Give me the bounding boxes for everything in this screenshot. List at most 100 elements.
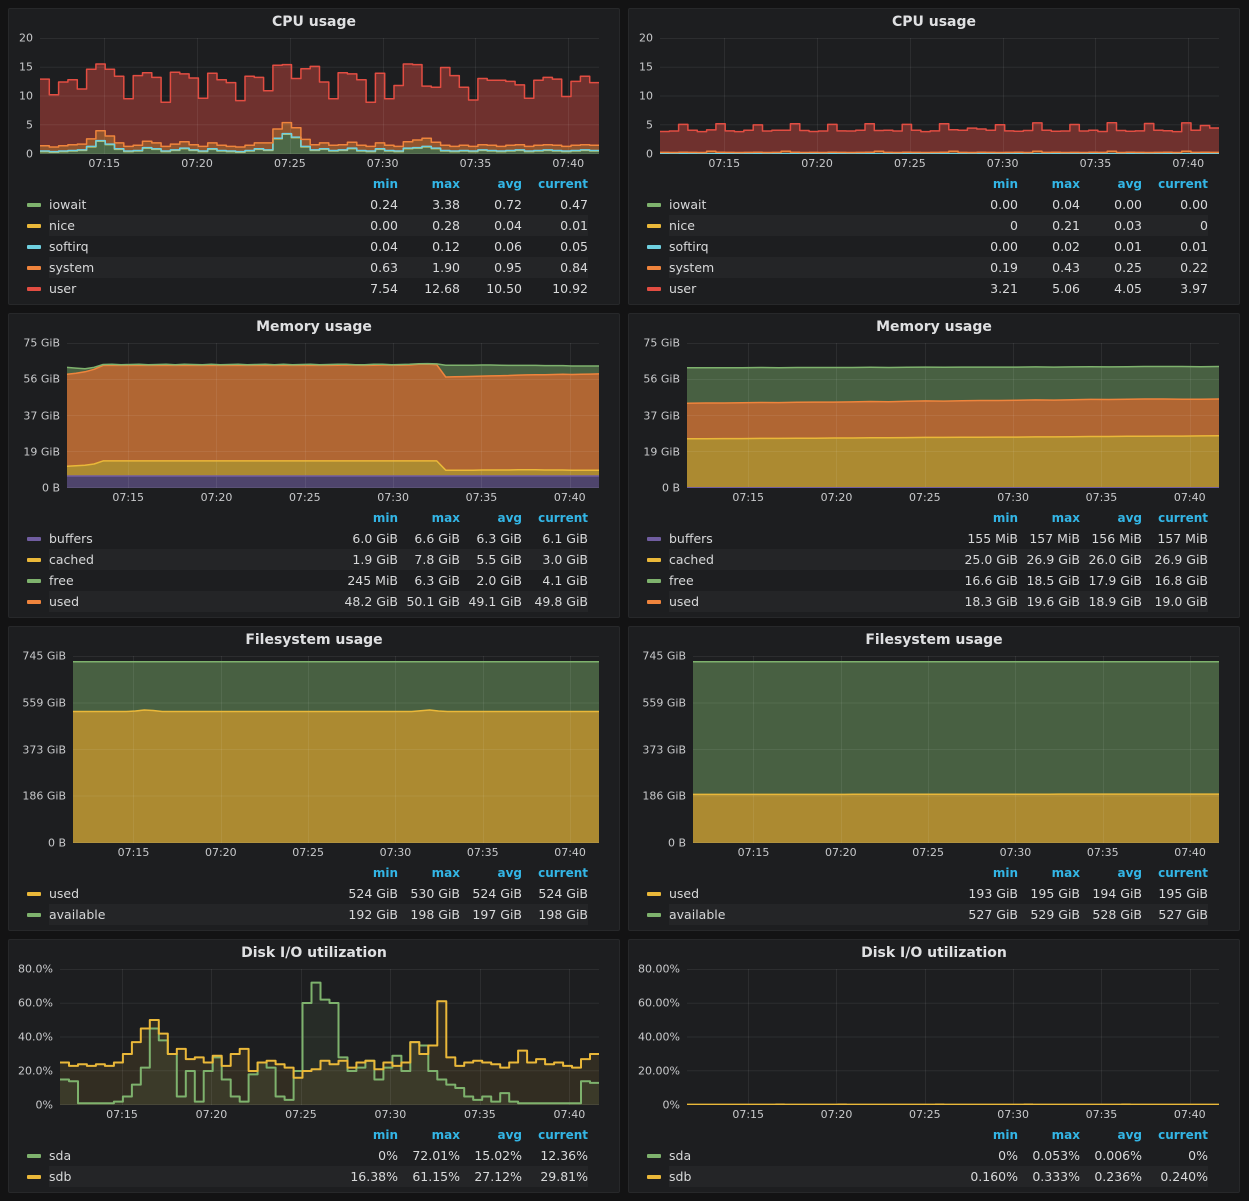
panel-title-filesystem-right[interactable]: Filesystem usage bbox=[629, 627, 1239, 654]
legend-series-system[interactable]: system bbox=[49, 260, 340, 275]
legend-series-label: softirq bbox=[49, 239, 89, 254]
legend-series-sda[interactable]: sda bbox=[669, 1148, 960, 1163]
legend-header-current[interactable]: current bbox=[522, 866, 588, 880]
panel-title-cpu-right[interactable]: CPU usage bbox=[629, 9, 1239, 36]
legend-header-avg[interactable]: avg bbox=[460, 511, 522, 525]
legend-series-free[interactable]: free bbox=[669, 573, 960, 588]
legend-header-avg[interactable]: avg bbox=[460, 866, 522, 880]
legend-header-avg[interactable]: avg bbox=[1080, 866, 1142, 880]
legend-header-current[interactable]: current bbox=[522, 177, 588, 191]
legend-header-avg[interactable]: avg bbox=[1080, 177, 1142, 191]
series-color-swatch bbox=[27, 245, 41, 249]
legend-header-min[interactable]: min bbox=[340, 511, 398, 525]
legend-series-iowait[interactable]: iowait bbox=[669, 197, 960, 212]
legend-value-min: 0% bbox=[960, 1148, 1018, 1163]
legend-value-min: 16.38% bbox=[340, 1169, 398, 1184]
series-color-swatch bbox=[27, 203, 41, 207]
legend-header-max[interactable]: max bbox=[1018, 866, 1080, 880]
panel-title-disk-io-left[interactable]: Disk I/O utilization bbox=[9, 940, 619, 967]
legend-series-softirq[interactable]: softirq bbox=[49, 239, 340, 254]
legend-header-current[interactable]: current bbox=[1142, 866, 1208, 880]
legend-series-sda[interactable]: sda bbox=[49, 1148, 340, 1163]
legend-series-nice[interactable]: nice bbox=[669, 218, 960, 233]
legend-header-max[interactable]: max bbox=[1018, 1128, 1080, 1142]
chart-canvas-disk-io-left[interactable] bbox=[60, 969, 599, 1105]
legend-header-max[interactable]: max bbox=[398, 1128, 460, 1142]
legend-series-label: cached bbox=[669, 552, 714, 567]
legend-series-used[interactable]: used bbox=[49, 886, 340, 901]
legend-series-buffers[interactable]: buffers bbox=[49, 531, 340, 546]
chart-canvas-cpu-right[interactable] bbox=[660, 38, 1219, 154]
panel-title-filesystem-left[interactable]: Filesystem usage bbox=[9, 627, 619, 654]
legend-series-available[interactable]: available bbox=[49, 907, 340, 922]
chart-canvas-filesystem-right[interactable] bbox=[693, 656, 1219, 843]
legend-header-current[interactable]: current bbox=[1142, 1128, 1208, 1142]
legend-header-min[interactable]: min bbox=[960, 1128, 1018, 1142]
chart-canvas-filesystem-left[interactable] bbox=[73, 656, 599, 843]
chart-canvas-cpu-left[interactable] bbox=[40, 38, 599, 154]
legend-series-buffers[interactable]: buffers bbox=[669, 531, 960, 546]
legend-series-nice[interactable]: nice bbox=[49, 218, 340, 233]
legend-value-min: 192 GiB bbox=[340, 907, 398, 922]
chart-canvas-memory-right[interactable] bbox=[687, 343, 1219, 488]
legend: minmaxavgcurrent buffers6.0 GiB6.6 GiB6.… bbox=[9, 508, 619, 617]
legend-header-max[interactable]: max bbox=[1018, 511, 1080, 525]
panel-title-cpu-left[interactable]: CPU usage bbox=[9, 9, 619, 36]
legend-header-current[interactable]: current bbox=[1142, 511, 1208, 525]
legend-header-avg[interactable]: avg bbox=[460, 1128, 522, 1142]
legend-value-max: 0.333% bbox=[1018, 1169, 1080, 1184]
chart-canvas-disk-io-right[interactable] bbox=[687, 969, 1219, 1105]
panel-title-memory-right[interactable]: Memory usage bbox=[629, 314, 1239, 341]
chart-canvas-memory-left[interactable] bbox=[67, 343, 599, 488]
panel-title-disk-io-right[interactable]: Disk I/O utilization bbox=[629, 940, 1239, 967]
legend-header-max[interactable]: max bbox=[398, 866, 460, 880]
legend-row-used: used193 GiB195 GiB194 GiB195 GiB bbox=[669, 883, 1208, 904]
legend-value-max: 6.3 GiB bbox=[398, 573, 460, 588]
legend-series-used[interactable]: used bbox=[49, 594, 340, 609]
y-axis-label: 0 bbox=[26, 148, 33, 161]
legend-series-sdb[interactable]: sdb bbox=[49, 1169, 340, 1184]
y-axis-label: 15 bbox=[19, 61, 33, 74]
legend-header-max[interactable]: max bbox=[398, 511, 460, 525]
legend-header-avg[interactable]: avg bbox=[1080, 1128, 1142, 1142]
legend-row-nice: nice00.210.030 bbox=[669, 215, 1208, 236]
legend: minmaxavgcurrent sda0%0.053%0.006%0%sdb0… bbox=[629, 1125, 1239, 1192]
legend-header-current[interactable]: current bbox=[1142, 177, 1208, 191]
legend-series-cached[interactable]: cached bbox=[669, 552, 960, 567]
y-axis: 20151050 bbox=[635, 38, 660, 154]
legend-header-avg[interactable]: avg bbox=[1080, 511, 1142, 525]
legend-series-iowait[interactable]: iowait bbox=[49, 197, 340, 212]
legend-row-cached: cached1.9 GiB7.8 GiB5.5 GiB3.0 GiB bbox=[49, 549, 588, 570]
legend-row-sdb: sdb16.38%61.15%27.12%29.81% bbox=[49, 1166, 588, 1187]
legend-value-min: 0% bbox=[340, 1148, 398, 1163]
x-axis-label: 07:15 bbox=[738, 846, 770, 859]
legend-series-user[interactable]: user bbox=[49, 281, 340, 296]
legend-series-sdb[interactable]: sdb bbox=[669, 1169, 960, 1184]
legend-header-max[interactable]: max bbox=[1018, 177, 1080, 191]
x-axis-label: 07:15 bbox=[88, 157, 120, 170]
panel-title-memory-left[interactable]: Memory usage bbox=[9, 314, 619, 341]
legend-series-softirq[interactable]: softirq bbox=[669, 239, 960, 254]
legend-series-system[interactable]: system bbox=[669, 260, 960, 275]
legend-header-min[interactable]: min bbox=[340, 177, 398, 191]
legend-header-min[interactable]: min bbox=[960, 511, 1018, 525]
legend-header-min[interactable]: min bbox=[960, 866, 1018, 880]
legend-series-free[interactable]: free bbox=[49, 573, 340, 588]
legend-header-min[interactable]: min bbox=[960, 177, 1018, 191]
legend-header-min[interactable]: min bbox=[340, 1128, 398, 1142]
legend-value-current: 0.47 bbox=[522, 197, 588, 212]
legend-header-current[interactable]: current bbox=[522, 1128, 588, 1142]
legend-series-available[interactable]: available bbox=[669, 907, 960, 922]
legend-row-used: used48.2 GiB50.1 GiB49.1 GiB49.8 GiB bbox=[49, 591, 588, 612]
x-axis-label: 07:35 bbox=[1080, 157, 1112, 170]
legend-header-max[interactable]: max bbox=[398, 177, 460, 191]
legend-value-current: 524 GiB bbox=[522, 886, 588, 901]
legend-series-user[interactable]: user bbox=[669, 281, 960, 296]
legend-series-cached[interactable]: cached bbox=[49, 552, 340, 567]
legend-series-used[interactable]: used bbox=[669, 594, 960, 609]
legend-header-min[interactable]: min bbox=[340, 866, 398, 880]
x-axis-label: 07:20 bbox=[201, 491, 233, 504]
legend-header-avg[interactable]: avg bbox=[460, 177, 522, 191]
legend-header-current[interactable]: current bbox=[522, 511, 588, 525]
legend-series-used[interactable]: used bbox=[669, 886, 960, 901]
